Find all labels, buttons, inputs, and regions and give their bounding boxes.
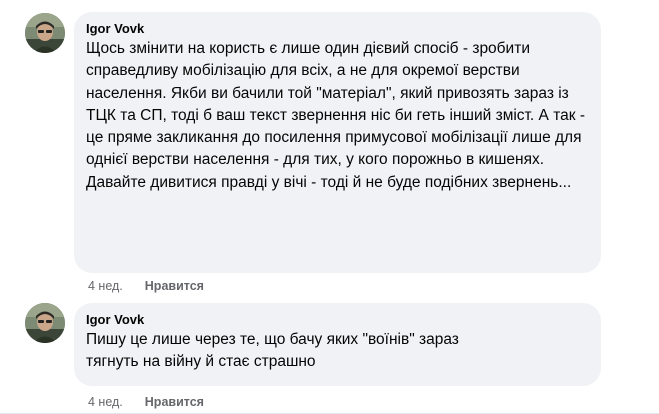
comment-author[interactable]: Igor Vovk (86, 311, 589, 328)
avatar[interactable] (25, 13, 65, 53)
comment-bubble: Igor Vovk Пишу це лише через те, що бачу… (74, 303, 601, 386)
comment-timestamp[interactable]: 4 нед. (88, 278, 123, 294)
comment-meta: 4 нед. Нравится (88, 394, 204, 410)
like-button[interactable]: Нравится (145, 278, 204, 294)
comment-text: Щось змінити на користь є лише один дієв… (86, 40, 585, 191)
comment-bubble: Igor Vovk Щось змінити на користь є лише… (74, 12, 601, 273)
comment-author[interactable]: Igor Vovk (86, 20, 589, 37)
user-avatar-icon (25, 13, 65, 53)
comment-meta: 4 нед. Нравится (88, 278, 204, 294)
comment-text: Пишу це лише через те, що бачу яких "вої… (86, 331, 459, 371)
like-button[interactable]: Нравится (145, 394, 204, 410)
avatar[interactable] (25, 303, 65, 343)
user-avatar-icon (25, 303, 65, 343)
comment-timestamp[interactable]: 4 нед. (88, 394, 123, 410)
